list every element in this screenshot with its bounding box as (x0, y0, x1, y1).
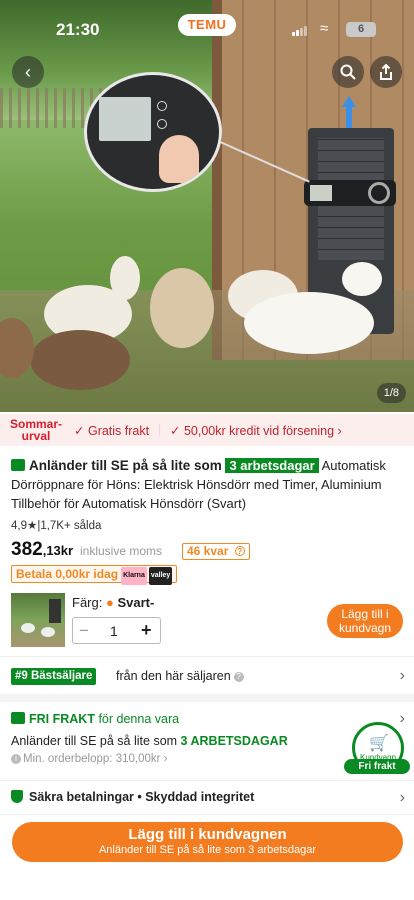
rating-row[interactable]: 4,9★|1,7K+ sålda (11, 518, 101, 532)
quantity-value: 1 (110, 623, 118, 639)
info-icon: ? (233, 672, 244, 682)
valley-logo: valley (148, 567, 173, 585)
back-button[interactable]: ‹ (12, 56, 44, 88)
add-to-cart-button[interactable]: Lägg till i kundvagnen Anländer till SE … (12, 822, 403, 862)
arrow-up-icon (342, 96, 356, 128)
variant-thumbnail[interactable] (11, 593, 65, 647)
signal-icon (292, 26, 308, 36)
duck (244, 292, 374, 354)
plus-icon[interactable]: + (141, 620, 152, 641)
seller-row[interactable]: #9 Bästsäljare från den här säljaren? (11, 668, 407, 686)
quantity-stepper[interactable]: − 1 + (72, 617, 161, 644)
product-title: Anländer till SE på så lite som 3 arbets… (11, 458, 386, 511)
free-shipping-item: ✓ Gratis frakt (74, 424, 150, 438)
free-shipping-row[interactable]: FRI FRAKT för denna vara (11, 712, 179, 726)
fire-icon: ● (105, 595, 114, 610)
controller-zoom-inset (84, 72, 222, 192)
chevron-right-icon[interactable]: › (400, 710, 405, 728)
klarna-logo: Klarna (121, 567, 147, 585)
lcd-display (99, 97, 151, 141)
hand (159, 135, 199, 183)
share-icon (380, 63, 392, 80)
min-order[interactable]: i Min. orderbelopp: 310,00kr › (11, 753, 167, 765)
late-credit-item: ✓ 50,00kr kredit vid försening › (170, 424, 342, 438)
truck-icon (11, 712, 25, 724)
stock-badge: 46 kvar ? (182, 543, 250, 560)
shield-icon (11, 790, 23, 803)
clock: 21:30 (56, 20, 100, 39)
bestseller-badge: #9 Bästsäljare (11, 668, 97, 685)
minus-icon[interactable]: − (79, 621, 89, 641)
wifi-icon: ≈ (320, 20, 329, 37)
duck (150, 268, 214, 348)
search-icon (340, 64, 356, 80)
cart-icon: 🛒 (369, 735, 389, 752)
truck-icon (11, 459, 25, 471)
arrival-line: Anländer till SE på så lite som 3 ARBETS… (11, 734, 288, 748)
free-shipping-strip: Fri frakt (344, 759, 410, 774)
star-icon: ★ (27, 520, 38, 532)
door-controller (304, 180, 396, 206)
check-icon: ✓ (170, 424, 181, 438)
summer-tag: Sommar- urval (10, 417, 63, 443)
pay-later-badge[interactable]: Betala 0,00kr idag Klarna valley (11, 565, 178, 585)
chevron-right-icon: › (337, 424, 342, 438)
share-button[interactable] (370, 56, 402, 88)
search-button[interactable] (332, 56, 364, 88)
arrival-days-badge: 3 arbetsdagar (225, 458, 319, 473)
temu-logo[interactable]: TEMU (178, 14, 236, 36)
check-icon: ✓ (74, 424, 85, 438)
duck (30, 330, 130, 390)
image-counter: 1/8 (376, 383, 406, 403)
chevron-right-icon[interactable]: › (400, 667, 405, 685)
status-bar: 21:30 TEMU ≈ 6 (0, 0, 414, 52)
chevron-left-icon: ‹ (25, 62, 31, 82)
chevron-right-icon[interactable]: › (400, 789, 405, 807)
promo-strip[interactable]: Sommar- urval ✓ Gratis frakt | ✓ 50,00kr… (0, 414, 414, 446)
color-selector[interactable]: Färg: ● Svart- (72, 595, 154, 610)
security-row[interactable]: Säkra betalningar • Skyddad integritet (11, 790, 254, 804)
battery-icon: 6 (346, 22, 376, 37)
info-icon: i (11, 754, 21, 764)
add-to-cart-small-button[interactable]: Lägg till i kundvagn (327, 604, 403, 638)
price-note: inklusive moms (80, 544, 163, 558)
price: 382,13kr (11, 539, 74, 560)
